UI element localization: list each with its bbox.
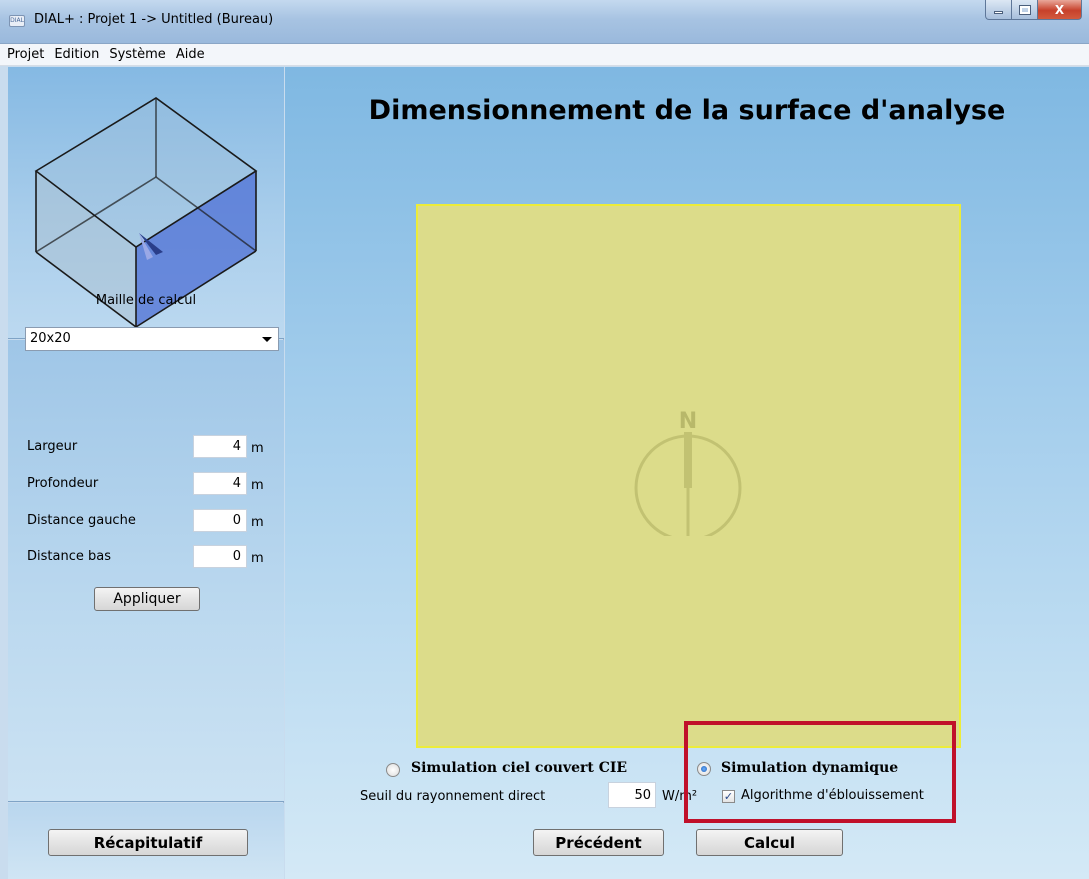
field-distance-gauche: Distance gauche 0 m <box>27 509 277 532</box>
chevron-down-icon <box>262 337 272 342</box>
menu-systeme[interactable]: Système <box>104 44 170 65</box>
sim-cie-radio[interactable] <box>386 763 400 777</box>
apply-button[interactable]: Appliquer <box>94 587 200 611</box>
compass-icon: N <box>634 409 742 536</box>
field-largeur: Largeur 4 m <box>27 435 277 458</box>
maille-select[interactable]: 20x20 <box>25 327 279 351</box>
seuil-label: Seuil du rayonnement direct <box>360 789 546 804</box>
field-profondeur-input[interactable]: 4 <box>193 472 247 495</box>
menu-bar: Projet Edition Système Aide <box>0 44 1089 66</box>
minimize-button[interactable] <box>985 0 1012 20</box>
field-profondeur-unit: m <box>251 478 264 493</box>
maille-label: Maille de calcul <box>95 293 197 308</box>
maille-select-value: 20x20 <box>30 331 71 346</box>
compass-north-label: N <box>679 409 697 434</box>
field-profondeur-label: Profondeur <box>27 476 99 491</box>
maximize-button[interactable] <box>1012 0 1038 20</box>
menu-aide[interactable]: Aide <box>171 44 210 65</box>
sim-cie-label: Simulation ciel couvert CIE <box>411 760 628 776</box>
window-title: DIAL+ : Projet 1 -> Untitled (Bureau) <box>34 12 274 27</box>
minimize-icon <box>994 11 1003 14</box>
app-icon: DIAL <box>9 15 25 27</box>
field-profondeur: Profondeur 4 m <box>27 472 277 495</box>
menu-edition[interactable]: Edition <box>49 44 104 65</box>
field-distance-gauche-unit: m <box>251 515 264 530</box>
field-largeur-unit: m <box>251 441 264 456</box>
window-controls: X <box>985 0 1082 21</box>
previous-button[interactable]: Précédent <box>533 829 664 856</box>
calc-grid-panel <box>8 340 284 802</box>
field-distance-bas-unit: m <box>251 551 264 566</box>
recap-button[interactable]: Récapitulatif <box>48 829 248 856</box>
field-largeur-label: Largeur <box>27 439 78 454</box>
close-icon: X <box>1054 2 1065 17</box>
field-largeur-input[interactable]: 4 <box>193 435 247 458</box>
field-distance-gauche-input[interactable]: 0 <box>193 509 247 532</box>
highlight-box <box>684 721 956 823</box>
close-button[interactable]: X <box>1038 0 1082 20</box>
calc-button[interactable]: Calcul <box>696 829 843 856</box>
field-distance-bas-label: Distance bas <box>27 549 111 564</box>
page-title: Dimensionnement de la surface d'analyse <box>368 95 1006 126</box>
title-bar: DIAL DIAL+ : Projet 1 -> Untitled (Burea… <box>0 0 1089 44</box>
field-distance-bas: Distance bas 0 m <box>27 545 277 568</box>
field-distance-bas-input[interactable]: 0 <box>193 545 247 568</box>
menu-projet[interactable]: Projet <box>2 44 49 65</box>
field-distance-gauche-label: Distance gauche <box>27 513 136 528</box>
maximize-icon <box>1018 4 1031 15</box>
seuil-input[interactable]: 50 <box>608 782 656 808</box>
